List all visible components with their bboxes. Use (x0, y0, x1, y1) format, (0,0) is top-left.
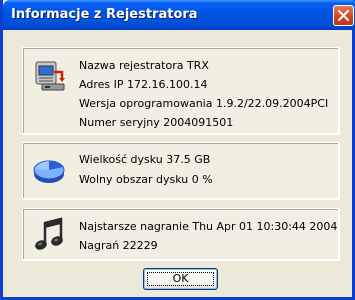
disk-info-lines: Wielkość dysku 37.5 GB Wolny obszar dysk… (79, 150, 213, 190)
recordings-info-panel: Najstarsze nagranie Thu Apr 01 10:30:44 … (22, 208, 339, 260)
disk-free-space: Wolny obszar dysku 0 % (79, 173, 213, 186)
ok-button[interactable]: OK (143, 268, 218, 290)
title-bar[interactable]: Informacje z Rejestratora (3, 0, 355, 30)
firmware-version: Wersja oprogramowania 1.9.2/22.09.2004PC… (79, 97, 329, 110)
ip-address: Adres IP 172.16.100.14 (79, 78, 208, 91)
recording-count: Nagrań 22229 (79, 239, 158, 252)
dialog-window: Informacje z Rejestratora Nazwa rejestra… (0, 0, 355, 300)
oldest-recording: Najstarsze nagranie Thu Apr 01 10:30:44 … (79, 220, 338, 233)
disk-pie-icon (33, 160, 65, 183)
window-title: Informacje z Rejestratora (11, 7, 198, 22)
ok-button-label: OK (172, 272, 189, 285)
recorder-info-panel: Nazwa rejestratora TRX Adres IP 172.16.1… (22, 47, 339, 134)
recorder-name: Nazwa rejestratora TRX (79, 59, 209, 72)
computer-recorder-icon (35, 61, 65, 91)
recorder-info-lines: Nazwa rejestratora TRX Adres IP 172.16.1… (79, 56, 328, 132)
disk-size: Wielkość dysku 37.5 GB (79, 153, 211, 166)
disk-info-panel: Wielkość dysku 37.5 GB Wolny obszar dysk… (22, 142, 339, 199)
recordings-info-lines: Najstarsze nagranie Thu Apr 01 10:30:44 … (79, 217, 337, 255)
close-icon (338, 10, 349, 21)
music-note-icon (35, 217, 63, 250)
close-button[interactable] (333, 5, 354, 26)
serial-number: Numer seryjny 2004091501 (79, 116, 234, 129)
